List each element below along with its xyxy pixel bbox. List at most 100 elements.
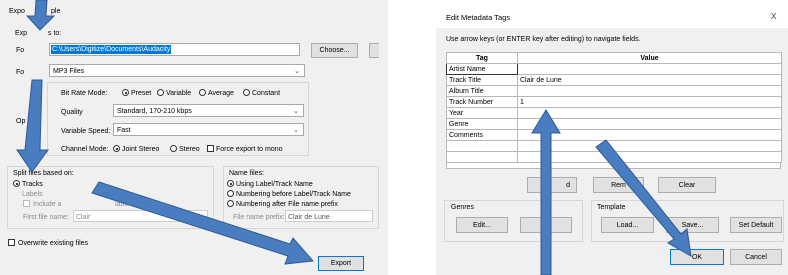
bitrate-constant-radio[interactable]	[243, 89, 250, 96]
folder-path-selection: C:\Users\Digitize\Documents\Audacity	[51, 45, 172, 54]
ok-button[interactable]: OK	[670, 249, 724, 265]
channel-stereo-label: Stereo	[179, 146, 200, 153]
name-using-label-text: Using Label/Track Name	[236, 181, 313, 188]
chevron-down-icon: ⌄	[293, 107, 299, 115]
genres-label: Genres	[451, 204, 474, 211]
bitrate-average-radio[interactable]	[199, 89, 206, 96]
include-label: Include a	[33, 201, 62, 208]
chevron-down-icon: ⌄	[294, 67, 300, 75]
genres-reset-button[interactable]	[520, 217, 572, 233]
channel-joint-stereo-radio[interactable]	[113, 145, 120, 152]
export-button[interactable]: Export	[318, 256, 364, 271]
value-cell[interactable]	[517, 85, 782, 97]
value-cell[interactable]	[517, 107, 782, 119]
bitrate-average-label: Average	[208, 90, 234, 97]
force-mono-checkbox[interactable]	[207, 145, 214, 152]
table-row[interactable]: Genre	[446, 118, 782, 130]
dialog-title: Edit Metadata Tags	[446, 13, 511, 22]
include-label-tail: label	[115, 201, 130, 208]
template-load-button[interactable]: Load...	[601, 217, 654, 233]
tag-cell[interactable]: Genre	[446, 118, 518, 130]
table-row[interactable]: Track Title Clair de Lune	[446, 74, 782, 86]
variable-speed-select[interactable]: Fast ⌄	[113, 123, 304, 136]
column-header-tag: Tag	[446, 52, 518, 64]
variable-speed-value: Fast	[117, 127, 131, 134]
folder-label: Fo	[16, 47, 25, 54]
dialog-title-end: ple	[51, 8, 61, 15]
first-file-name-value: Clair	[76, 214, 91, 221]
export-multiple-dialog: Expo ple Exp s to: Fo C:\Users\Digitize\…	[0, 0, 388, 275]
tag-cell[interactable]: Album Title	[446, 85, 518, 97]
format-select[interactable]: MP3 Files ⌄	[49, 64, 305, 77]
split-tracks-label: Tracks	[22, 181, 43, 188]
name-numbering-after-text: Numbering after File name prefix	[236, 201, 338, 208]
add-button[interactable]: d	[527, 177, 577, 193]
chevron-down-icon: ⌄	[293, 126, 299, 134]
tag-cell[interactable]	[446, 151, 518, 163]
value-cell[interactable]: Clair de Lune	[517, 74, 782, 86]
overwrite-checkbox[interactable]	[8, 239, 15, 246]
bitrate-preset-label: Preset	[131, 90, 152, 97]
include-checkbox[interactable]	[23, 200, 30, 207]
name-numbering-before-text: Numbering before Label/Track Name	[236, 191, 351, 198]
choose-button[interactable]: Choose...	[311, 43, 358, 58]
quality-select[interactable]: Standard, 170-210 kbps ⌄	[113, 104, 304, 117]
format-select-value: MP3 Files	[53, 68, 85, 75]
tag-cell[interactable]: Track Number	[446, 96, 518, 108]
remove-button[interactable]: Rem	[593, 177, 644, 193]
tag-cell[interactable]: Track Title	[446, 74, 518, 86]
tag-cell[interactable]: Comments	[446, 129, 518, 141]
force-mono-label: Force export to mono	[216, 146, 283, 153]
tag-cell[interactable]	[446, 140, 518, 152]
first-file-name-input[interactable]: Clair	[73, 210, 208, 222]
value-cell[interactable]	[517, 118, 782, 130]
table-row[interactable]	[446, 151, 782, 163]
value-cell[interactable]	[517, 129, 782, 141]
table-bottom-space	[446, 163, 781, 169]
bitrate-constant-label: Constant	[252, 90, 281, 97]
template-label: Template	[597, 204, 626, 211]
name-numbering-before-radio[interactable]	[227, 190, 234, 197]
close-icon[interactable]: X	[771, 13, 776, 21]
name-files-label: Name files:	[229, 170, 265, 177]
value-cell[interactable]	[517, 151, 782, 163]
table-row[interactable]: Album Title	[446, 85, 782, 97]
value-cell[interactable]: 1	[517, 96, 782, 108]
export-to-label-tail: s to:	[48, 30, 62, 37]
clear-button[interactable]: Clear	[658, 177, 716, 193]
folder-path-input[interactable]: C:\Users\Digitize\Documents\Audacity	[49, 43, 300, 56]
quality-label: Quality	[61, 109, 83, 116]
table-row[interactable]: Track Number 1	[446, 96, 782, 108]
cancel-button[interactable]: Cancel	[730, 249, 782, 265]
genres-edit-button[interactable]: Edit...	[456, 217, 508, 233]
quality-select-value: Standard, 170-210 kbps	[117, 108, 192, 115]
split-labels-label: Labels	[22, 191, 43, 198]
channel-stereo-radio[interactable]	[170, 145, 177, 152]
name-using-label-radio[interactable]	[227, 180, 234, 187]
set-default-button[interactable]: Set Default	[730, 217, 782, 233]
edit-metadata-dialog: Edit Metadata Tags X Use arrow keys (or …	[436, 0, 788, 275]
tag-cell[interactable]: Artist Name	[446, 63, 518, 75]
bitrate-variable-radio[interactable]	[157, 89, 164, 96]
file-name-prefix-label: File name prefix:	[233, 214, 285, 221]
file-name-prefix-input[interactable]: Clair de Lune	[285, 210, 373, 222]
bitrate-mode-label: Bit Rate Mode:	[61, 90, 108, 97]
format-label: Fo	[16, 69, 25, 76]
navigation-instruction: Use arrow keys (or ENTER key after editi…	[446, 36, 641, 43]
overwrite-label: Overwrite existing files	[18, 240, 89, 247]
next-button-edge	[369, 43, 379, 58]
tag-cell[interactable]: Year	[446, 107, 518, 119]
table-header-row: Tag Value	[446, 52, 782, 64]
first-file-name-label: First file name:	[23, 214, 69, 221]
table-row[interactable]: Artist Name	[446, 63, 782, 75]
template-save-button[interactable]: Save...	[666, 217, 719, 233]
value-cell[interactable]	[517, 63, 782, 75]
table-row[interactable]	[446, 140, 782, 152]
table-row[interactable]: Comments	[446, 129, 782, 141]
name-numbering-after-radio[interactable]	[227, 200, 234, 207]
table-row[interactable]: Year	[446, 107, 782, 119]
bitrate-preset-radio[interactable]	[122, 89, 129, 96]
value-cell[interactable]	[517, 140, 782, 152]
split-tracks-radio[interactable]	[13, 180, 20, 187]
dialog-title-start: Expo	[9, 8, 25, 15]
